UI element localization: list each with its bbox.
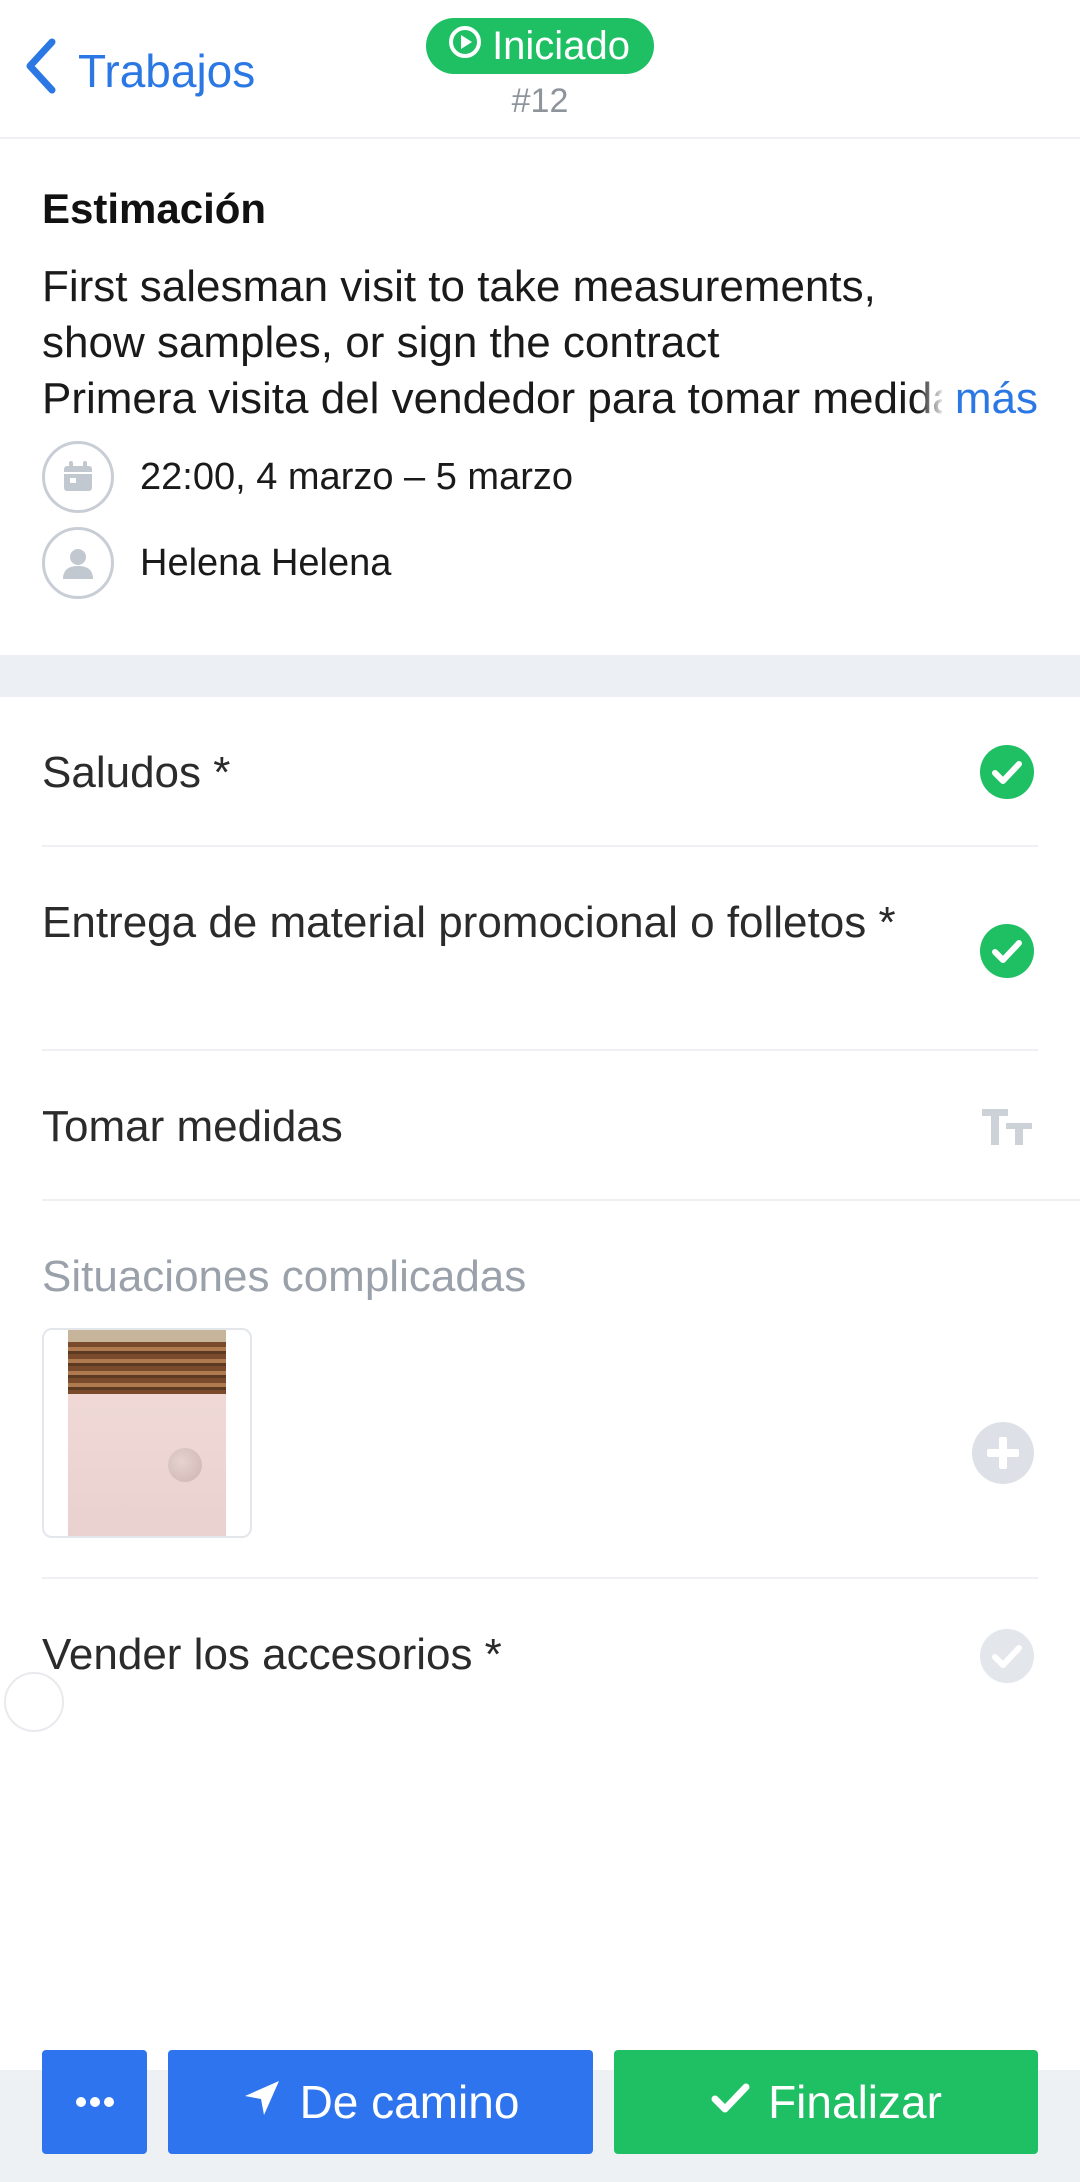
check-circle-icon[interactable]	[980, 924, 1034, 978]
checklist-item-label: Entrega de material promocional o follet…	[42, 898, 896, 947]
top-bar: Trabajos Iniciado #12	[0, 0, 1080, 139]
checklist-item-label: Situaciones complicadas	[42, 1252, 527, 1301]
assignee-name: Helena Helena	[140, 541, 392, 584]
job-detail-screen: Trabajos Iniciado #12 Estimación First s…	[0, 0, 1080, 2182]
description-line: show samples, or sign the contract	[42, 318, 720, 367]
checklist-item[interactable]: Tomar medidas	[42, 1051, 1080, 1201]
job-info: Estimación First salesman visit to take …	[42, 185, 1038, 599]
checklist-item-label: Tomar medidas	[42, 1102, 343, 1151]
checklist-item-label: Saludos *	[42, 748, 231, 797]
touch-indicator	[4, 1672, 64, 1732]
assignee-row: Helena Helena	[42, 527, 1038, 599]
status-badge: Iniciado	[426, 18, 654, 74]
checklist-item[interactable]: Vender los accesorios *	[42, 1579, 1038, 1729]
navigation-arrow-icon	[242, 2075, 282, 2129]
job-number: #12	[511, 82, 569, 120]
section-divider	[0, 655, 1080, 697]
user-icon	[42, 527, 114, 599]
attached-photo	[68, 1330, 226, 1536]
ellipsis-icon	[75, 2097, 114, 2107]
check-circle-icon[interactable]	[980, 745, 1034, 799]
checklist-item-label: Vender los accesorios *	[42, 1630, 502, 1679]
more-actions-button[interactable]	[42, 2050, 147, 2154]
text-size-icon[interactable]	[980, 1099, 1034, 1153]
photo-knob	[168, 1448, 202, 1482]
finish-label: Finalizar	[768, 2076, 942, 2128]
calendar-icon	[42, 441, 114, 513]
play-circle-icon	[448, 24, 482, 69]
more-link[interactable]: más	[918, 371, 1038, 427]
checklist-item[interactable]: Saludos *	[42, 697, 1038, 847]
photo-thumbnail[interactable]	[42, 1328, 252, 1538]
plus-circle-icon	[972, 1422, 1034, 1484]
add-photo-button[interactable]	[972, 1422, 1034, 1484]
job-description: First salesman visit to take measurement…	[42, 259, 1038, 427]
finish-button[interactable]: Finalizar	[614, 2050, 1038, 2154]
date-range: 22:00, 4 marzo – 5 marzo	[140, 455, 573, 498]
on-the-way-button[interactable]: De camino	[168, 2050, 593, 2154]
date-row: 22:00, 4 marzo – 5 marzo	[42, 441, 1038, 513]
status-label: Iniciado	[492, 23, 630, 68]
on-the-way-label: De camino	[299, 2076, 520, 2128]
check-circle-icon[interactable]	[980, 1629, 1034, 1683]
description-line: Primera visita del vendedor para tomar m…	[42, 374, 942, 423]
checkmark-icon	[710, 2075, 750, 2129]
photo-wood-edge	[68, 1330, 226, 1342]
description-line: First salesman visit to take measurement…	[42, 262, 876, 311]
job-title: Estimación	[42, 185, 267, 232]
checklist-item[interactable]: Entrega de material promocional o follet…	[42, 847, 1038, 1051]
job-status-area: Iniciado #12	[0, 18, 1080, 121]
